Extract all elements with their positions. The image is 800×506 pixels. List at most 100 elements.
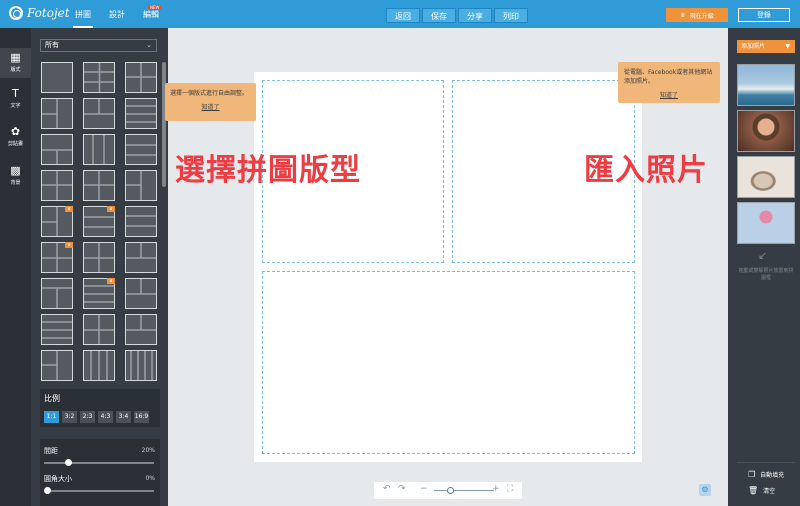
redo-icon[interactable]: ↷ — [398, 484, 406, 494]
rail-item-layout[interactable]: ▦ 版式 — [0, 48, 31, 78]
rail-item-text[interactable]: T 文字 — [0, 87, 31, 110]
overlay-text-layout: 選擇拼圖版型 — [175, 153, 361, 188]
photo-thumbnail-1[interactable] — [737, 64, 795, 106]
layout-panel: 所有 ⌄ ♛ ♛ ♛ ♛ 比例 1:1 3:2 2:3 4:3 3:4 16:9… — [31, 28, 168, 506]
spacing-slider[interactable] — [44, 459, 154, 466]
ratio-1-1-button[interactable]: 1:1 — [44, 411, 59, 423]
photo-slot-3[interactable] — [262, 271, 635, 454]
layout-tile[interactable] — [125, 98, 157, 129]
layout-grid: ♛ ♛ ♛ ♛ — [41, 62, 160, 382]
rail-item-background[interactable]: ▩ 背景 — [0, 165, 31, 187]
fit-screen-icon[interactable]: ⛶ — [507, 484, 513, 494]
layout-tile[interactable] — [41, 278, 73, 309]
layout-tile[interactable] — [125, 170, 157, 201]
ratio-4-3-button[interactable]: 4:3 — [98, 411, 113, 423]
layout-tooltip-dismiss[interactable]: 知道了 — [170, 102, 251, 111]
layout-tile[interactable] — [125, 134, 157, 165]
ratio-section: 比例 1:1 3:2 2:3 4:3 3:4 16:9 — [40, 389, 160, 427]
login-button[interactable]: 登錄 — [738, 8, 790, 22]
top-bar: Fotojet 拼圖 設計 編輯 NEW 返回 保存 分享 列印 ♛ 現在升級 … — [0, 0, 800, 28]
corner-radius-slider[interactable] — [44, 487, 154, 494]
layout-tile[interactable] — [125, 350, 157, 381]
layout-tile[interactable] — [83, 350, 115, 381]
crown-icon: ♛ — [107, 206, 115, 212]
nav-edit[interactable]: 編輯 — [141, 9, 161, 20]
layout-tile[interactable] — [41, 314, 73, 345]
spacing-slider-knob[interactable] — [65, 459, 73, 466]
left-rail: ▦ 版式 T 文字 ✿ 剪貼畫 ▩ 背景 — [0, 28, 31, 506]
photo-thumbnail-2[interactable] — [737, 110, 795, 152]
photo-thumbnail-3[interactable] — [737, 156, 795, 198]
autofill-icon: ❐ — [748, 470, 756, 479]
trash-icon: 🗑 — [748, 486, 759, 495]
layout-tile[interactable] — [83, 98, 115, 129]
layout-tile[interactable] — [41, 170, 73, 201]
autofill-button[interactable]: ❐ 自動填充 — [748, 470, 784, 479]
upgrade-button[interactable]: ♛ 現在升級 — [666, 8, 728, 22]
rail-item-clipart[interactable]: ✿ 剪貼畫 — [0, 126, 31, 148]
photo-tooltip-text: 從電腦、Facebook或者其他網站添加照片。 — [624, 69, 713, 85]
layout-tile[interactable] — [125, 206, 157, 237]
app-logo[interactable]: Fotojet — [9, 6, 70, 20]
ratio-16-9-button[interactable]: 16:9 — [134, 411, 149, 423]
undo-button[interactable]: 返回 — [386, 8, 420, 23]
photo-tooltip-dismiss[interactable]: 知道了 — [624, 90, 714, 99]
clear-button[interactable]: 🗑 清空 — [748, 486, 775, 495]
panel-divider — [737, 462, 795, 463]
print-button[interactable]: 列印 — [494, 8, 528, 23]
spacing-label: 間距 — [44, 447, 58, 455]
layout-tile[interactable] — [41, 62, 73, 93]
layout-tile[interactable] — [41, 350, 73, 381]
canvas-bottom-bar: ↶ ↷ − + ⛶ — [374, 482, 522, 499]
layout-tile[interactable]: ♛ — [83, 206, 115, 237]
ratio-title: 比例 — [44, 394, 60, 403]
layout-tile[interactable] — [125, 278, 157, 309]
overlay-text-import: 匯入照片 — [584, 153, 708, 188]
text-icon: T — [12, 87, 19, 100]
layout-tile[interactable] — [83, 314, 115, 345]
crown-icon: ♛ — [680, 11, 686, 19]
sliders-section: 間距 20% 圓角大小 0% — [40, 439, 160, 506]
rail-label-text: 文字 — [10, 103, 21, 109]
layout-tooltip: 選擇一個版式進行自由調整。 知道了 — [165, 83, 256, 121]
photo-thumbnail-4[interactable] — [737, 202, 795, 244]
layout-tile[interactable] — [83, 134, 115, 165]
new-badge: NEW — [148, 5, 162, 10]
zoom-out-icon[interactable]: − — [420, 484, 428, 494]
add-photo-label: 添加照片 — [741, 43, 766, 50]
layout-tile[interactable] — [125, 62, 157, 93]
rail-label-clipart: 剪貼畫 — [7, 141, 23, 147]
add-photo-button[interactable]: 添加照片 ▼ — [737, 40, 795, 53]
layout-tile[interactable] — [83, 62, 115, 93]
layout-tile[interactable]: ♛ — [41, 242, 73, 273]
zoom-slider[interactable] — [434, 490, 494, 491]
undo-icon[interactable]: ↶ — [383, 484, 391, 494]
nav-collage[interactable]: 拼圖 — [73, 9, 93, 28]
layout-filter-select[interactable]: 所有 ⌄ — [40, 39, 157, 52]
layout-tile[interactable] — [83, 170, 115, 201]
layout-filter-value: 所有 — [45, 41, 59, 49]
layout-tile[interactable] — [41, 98, 73, 129]
ratio-3-2-button[interactable]: 3:2 — [62, 411, 77, 423]
settings-gear-icon[interactable]: ⚙ — [699, 484, 711, 496]
drag-arrow-icon: ↙ — [758, 249, 768, 262]
layout-scrollbar[interactable] — [162, 62, 166, 187]
save-button[interactable]: 保存 — [422, 8, 456, 23]
rail-label-layout: 版式 — [10, 67, 21, 73]
share-button[interactable]: 分享 — [458, 8, 492, 23]
layout-tile[interactable] — [83, 242, 115, 273]
main-nav: 拼圖 設計 編輯 — [73, 0, 161, 28]
layout-tile[interactable] — [41, 134, 73, 165]
zoom-in-icon[interactable]: + — [492, 484, 500, 494]
ratio-2-3-button[interactable]: 2:3 — [80, 411, 95, 423]
layout-tile[interactable]: ♛ — [83, 278, 115, 309]
crown-icon: ♛ — [107, 278, 115, 284]
layout-tile[interactable] — [125, 242, 157, 273]
corner-radius-value: 0% — [145, 475, 155, 482]
zoom-slider-knob[interactable] — [447, 487, 454, 494]
nav-design[interactable]: 設計 — [107, 9, 127, 20]
layout-tile[interactable] — [125, 314, 157, 345]
corner-radius-slider-knob[interactable] — [44, 487, 51, 494]
ratio-3-4-button[interactable]: 3:4 — [116, 411, 131, 423]
layout-tile[interactable]: ♛ — [41, 206, 73, 237]
